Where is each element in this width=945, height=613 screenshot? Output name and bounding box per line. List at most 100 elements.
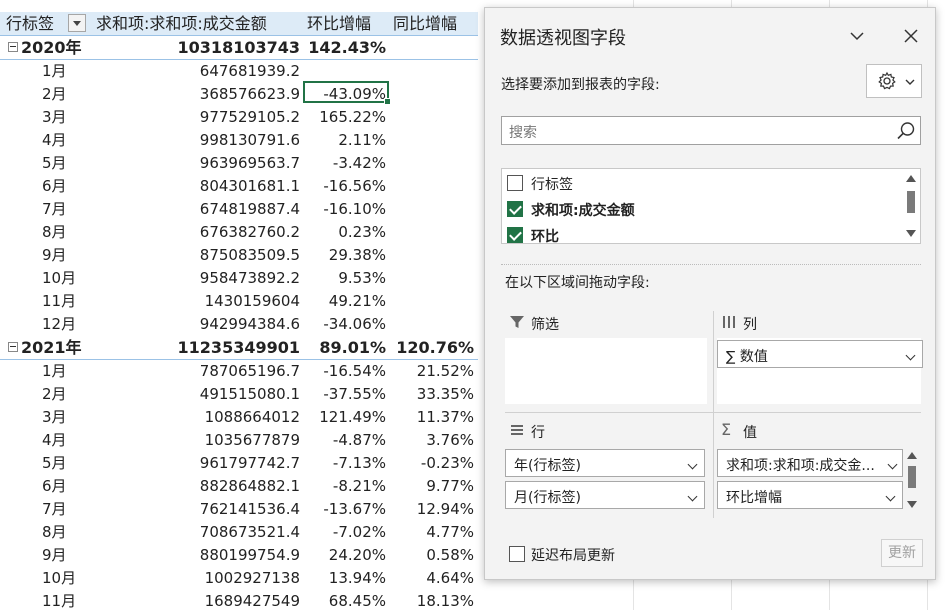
month-yoy-cell[interactable] (390, 152, 474, 175)
month-amount-cell[interactable]: 942994384.6 (96, 313, 300, 336)
month-mom-cell[interactable]: -7.02% (300, 521, 386, 544)
rows-item-year[interactable]: 年(行标签) (505, 449, 705, 477)
pivot-month-row[interactable]: 3月 1088664012 121.49% 11.37% (0, 406, 478, 429)
pivot-month-row[interactable]: 6月 882864882.1 -8.21% 9.77% (0, 475, 478, 498)
tools-button[interactable] (866, 64, 922, 98)
month-yoy-cell[interactable] (390, 267, 474, 290)
pivot-year-row[interactable]: 2021年 11235349901 89.01% 120.76% (0, 336, 478, 360)
values-item-sum[interactable]: 求和项:求和项:成交金... (717, 449, 903, 477)
month-mom-cell[interactable]: -37.55% (300, 383, 386, 406)
scroll-thumb[interactable] (907, 191, 915, 213)
month-mom-cell[interactable]: 24.20% (300, 544, 386, 567)
chevron-down-icon[interactable] (887, 459, 898, 470)
month-mom-cell[interactable]: -16.56% (300, 175, 386, 198)
pivot-month-row[interactable]: 3月 977529105.2 165.22% (0, 106, 478, 129)
pivot-month-row[interactable]: 9月 875083509.5 29.38% (0, 244, 478, 267)
pivot-month-row[interactable]: 9月 880199754.9 24.20% 0.58% (0, 544, 478, 567)
scroll-up-arrow-icon[interactable] (907, 452, 917, 459)
rows-item-month[interactable]: 月(行标签) (505, 481, 705, 509)
month-amount-cell[interactable]: 1088664012 (96, 406, 300, 429)
field-search-input[interactable]: 搜索 (501, 116, 921, 145)
month-mom-cell[interactable] (300, 60, 386, 83)
row-filter-dropdown[interactable] (68, 14, 86, 32)
pivot-month-row[interactable]: 12月 942994384.6 -34.06% (0, 313, 478, 336)
month-yoy-cell[interactable]: 9.77% (390, 475, 474, 498)
yoy-header[interactable]: 同比增幅 (393, 12, 477, 35)
month-mom-cell[interactable]: -13.67% (300, 498, 386, 521)
selected-cell[interactable] (303, 81, 391, 105)
field-checkbox[interactable] (507, 201, 523, 217)
pivot-month-row[interactable]: 11月 1430159604 49.21% (0, 290, 478, 313)
collapse-toggle-icon[interactable] (8, 42, 18, 52)
month-amount-cell[interactable]: 882864882.1 (96, 475, 300, 498)
year-mom-cell[interactable]: 89.01% (300, 336, 386, 359)
pivot-month-row[interactable]: 6月 804301681.1 -16.56% (0, 175, 478, 198)
month-yoy-cell[interactable] (390, 83, 474, 106)
month-amount-cell[interactable]: 676382760.2 (96, 221, 300, 244)
field-checkbox[interactable] (507, 227, 523, 243)
month-mom-cell[interactable]: -16.54% (300, 360, 386, 383)
month-mom-cell[interactable]: -7.13% (300, 452, 386, 475)
pivot-year-row[interactable]: 2020年 10318103743 142.43% (0, 36, 478, 60)
month-yoy-cell[interactable]: 12.94% (390, 498, 474, 521)
values-item-mom[interactable]: 环比增幅 (717, 481, 903, 509)
pivot-month-row[interactable]: 7月 762141536.4 -13.67% 12.94% (0, 498, 478, 521)
month-mom-cell[interactable]: 121.49% (300, 406, 386, 429)
month-amount-cell[interactable]: 998130791.6 (96, 129, 300, 152)
pivot-month-row[interactable]: 10月 958473892.2 9.53% (0, 267, 478, 290)
month-yoy-cell[interactable]: 33.35% (390, 383, 474, 406)
month-mom-cell[interactable]: 2.11% (300, 129, 386, 152)
pivot-month-row[interactable]: 1月 787065196.7 -16.54% 21.52% (0, 360, 478, 383)
month-yoy-cell[interactable] (390, 175, 474, 198)
mom-header[interactable]: 环比增幅 (307, 12, 393, 35)
month-amount-cell[interactable]: 1035677879 (96, 429, 300, 452)
month-yoy-cell[interactable] (390, 198, 474, 221)
month-amount-cell[interactable]: 674819887.4 (96, 198, 300, 221)
month-yoy-cell[interactable]: -0.23% (390, 452, 474, 475)
year-yoy-cell[interactable] (390, 36, 474, 59)
month-amount-cell[interactable]: 804301681.1 (96, 175, 300, 198)
month-yoy-cell[interactable]: 4.77% (390, 521, 474, 544)
month-yoy-cell[interactable] (390, 106, 474, 129)
pivot-month-row[interactable]: 2月 491515080.1 -37.55% 33.35% (0, 383, 478, 406)
update-button[interactable]: 更新 (881, 539, 923, 567)
year-mom-cell[interactable]: 142.43% (300, 36, 386, 59)
month-amount-cell[interactable]: 1002927138 (96, 567, 300, 590)
pivot-month-row[interactable]: 4月 998130791.6 2.11% (0, 129, 478, 152)
month-mom-cell[interactable]: 29.38% (300, 244, 386, 267)
month-yoy-cell[interactable] (390, 244, 474, 267)
values-area-scrollbar[interactable] (904, 450, 920, 510)
month-amount-cell[interactable]: 491515080.1 (96, 383, 300, 406)
month-amount-cell[interactable]: 647681939.2 (96, 60, 300, 83)
close-icon[interactable] (903, 28, 919, 44)
pivot-month-row[interactable]: 4月 1035677879 -4.87% 3.76% (0, 429, 478, 452)
scroll-down-arrow-icon[interactable] (907, 501, 917, 508)
month-mom-cell[interactable]: -3.42% (300, 152, 386, 175)
pivot-month-row[interactable]: 10月 1002927138 13.94% 4.64% (0, 567, 478, 590)
columns-item-values[interactable]: ∑ 数值 (717, 340, 923, 368)
month-yoy-cell[interactable]: 11.37% (390, 406, 474, 429)
month-yoy-cell[interactable] (390, 129, 474, 152)
year-amount-cell[interactable]: 11235349901 (96, 336, 300, 359)
month-yoy-cell[interactable] (390, 290, 474, 313)
month-yoy-cell[interactable]: 0.58% (390, 544, 474, 567)
month-mom-cell[interactable]: 0.23% (300, 221, 386, 244)
month-yoy-cell[interactable]: 21.52% (390, 360, 474, 383)
scroll-up-arrow-icon[interactable] (906, 175, 916, 182)
month-mom-cell[interactable]: 165.22% (300, 106, 386, 129)
month-amount-cell[interactable]: 961797742.7 (96, 452, 300, 475)
pivot-month-row[interactable]: 2月 368576623.9 -43.09% (0, 83, 478, 106)
pivot-month-row[interactable]: 5月 961797742.7 -7.13% -0.23% (0, 452, 478, 475)
scroll-down-arrow-icon[interactable] (906, 230, 916, 237)
row-label-header[interactable]: 行标签 (6, 12, 54, 35)
month-amount-cell[interactable]: 958473892.2 (96, 267, 300, 290)
scroll-thumb[interactable] (908, 466, 916, 488)
pivot-month-row[interactable]: 5月 963969563.7 -3.42% (0, 152, 478, 175)
month-mom-cell[interactable]: -4.87% (300, 429, 386, 452)
month-yoy-cell[interactable] (390, 313, 474, 336)
year-yoy-cell[interactable]: 120.76% (390, 336, 474, 359)
month-amount-cell[interactable]: 875083509.5 (96, 244, 300, 267)
chevron-down-icon[interactable] (687, 491, 698, 502)
month-mom-cell[interactable]: -8.21% (300, 475, 386, 498)
pivot-month-row[interactable]: 8月 708673521.4 -7.02% 4.77% (0, 521, 478, 544)
